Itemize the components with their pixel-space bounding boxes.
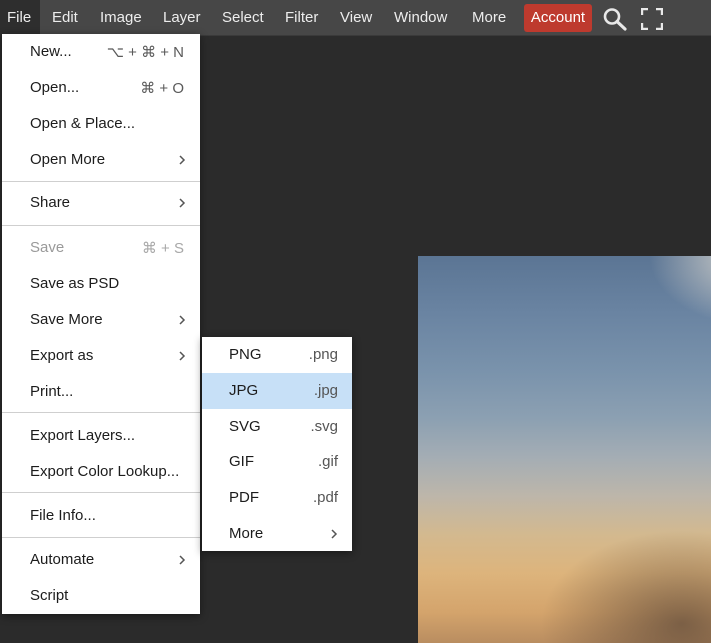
menu-item-label: Export Layers... bbox=[30, 427, 136, 444]
shortcut-label: ⌘ + S bbox=[141, 240, 184, 257]
menu-item-share[interactable]: Share bbox=[2, 185, 200, 221]
menu-more[interactable]: More bbox=[472, 0, 506, 36]
chevron-right-icon bbox=[179, 555, 186, 565]
menu-item-export-layers[interactable]: Export Layers... bbox=[2, 418, 200, 454]
menu-item-label: Export as bbox=[30, 347, 94, 364]
menu-item-label: Open... bbox=[30, 79, 80, 96]
file-menu-dropdown: New... ⌥ + ⌘ + N Open... ⌘ + O Open & Pl… bbox=[2, 34, 200, 614]
menu-edit[interactable]: Edit bbox=[52, 0, 78, 36]
menu-item-label: Script bbox=[30, 587, 69, 604]
menu-divider bbox=[2, 537, 200, 538]
menu-divider bbox=[2, 492, 200, 493]
menu-view[interactable]: View bbox=[340, 0, 372, 36]
menu-item-label: Save as PSD bbox=[30, 275, 120, 292]
search-icon[interactable] bbox=[602, 7, 628, 31]
export-format-label: More bbox=[229, 525, 264, 542]
menu-item-file-info[interactable]: File Info... bbox=[2, 498, 200, 534]
menu-item-open-place[interactable]: Open & Place... bbox=[2, 106, 200, 142]
export-gif-item[interactable]: GIF .gif bbox=[202, 444, 352, 480]
menu-file[interactable]: File bbox=[0, 0, 40, 36]
menu-filter[interactable]: Filter bbox=[285, 0, 318, 36]
menu-item-automate[interactable]: Automate bbox=[2, 542, 200, 578]
menu-select[interactable]: Select bbox=[222, 0, 264, 36]
account-button[interactable]: Account bbox=[524, 4, 592, 32]
export-format-label: PDF bbox=[229, 489, 259, 506]
menu-item-export-as[interactable]: Export as bbox=[2, 338, 200, 374]
menu-item-print[interactable]: Print... bbox=[2, 374, 200, 410]
chevron-right-icon bbox=[179, 351, 186, 361]
menu-window[interactable]: Window bbox=[394, 0, 447, 36]
menu-item-label: Share bbox=[30, 194, 71, 211]
menu-item-script[interactable]: Script bbox=[2, 578, 200, 614]
shortcut-label: ⌥ + ⌘ + N bbox=[106, 44, 184, 61]
export-format-label: GIF bbox=[229, 453, 254, 470]
export-svg-item[interactable]: SVG .svg bbox=[202, 409, 352, 445]
export-png-item[interactable]: PNG .png bbox=[202, 337, 352, 373]
menu-item-label: Save More bbox=[30, 311, 103, 328]
export-submenu: PNG .png JPG .jpg SVG .svg GIF .gif PDF … bbox=[202, 337, 352, 551]
shortcut-label: ⌘ + O bbox=[140, 80, 184, 97]
menu-item-label: New... bbox=[30, 43, 72, 60]
export-format-label: SVG bbox=[229, 418, 261, 435]
export-format-label: PNG bbox=[229, 346, 262, 363]
menu-item-label: Export Color Lookup... bbox=[30, 463, 180, 480]
menu-item-label: Open More bbox=[30, 151, 106, 168]
menu-item-open-more[interactable]: Open More bbox=[2, 142, 200, 178]
chevron-right-icon bbox=[179, 155, 186, 165]
menu-image[interactable]: Image bbox=[100, 0, 142, 36]
menu-item-label: Automate bbox=[30, 551, 95, 568]
menu-item-save-as-psd[interactable]: Save as PSD bbox=[2, 266, 200, 302]
export-extension: .gif bbox=[317, 453, 338, 470]
export-format-label: JPG bbox=[229, 382, 259, 399]
export-pdf-item[interactable]: PDF .pdf bbox=[202, 480, 352, 516]
chevron-right-icon bbox=[179, 315, 186, 325]
menu-divider bbox=[2, 181, 200, 182]
menu-item-save-more[interactable]: Save More bbox=[2, 302, 200, 338]
menu-item-open[interactable]: Open... ⌘ + O bbox=[2, 70, 200, 106]
fullscreen-icon[interactable] bbox=[641, 8, 663, 30]
menu-item-label: Save bbox=[30, 239, 65, 256]
export-extension: .png bbox=[308, 346, 338, 363]
menu-item-label: Print... bbox=[30, 383, 74, 400]
canvas-image[interactable] bbox=[418, 256, 711, 643]
menu-layer[interactable]: Layer bbox=[163, 0, 201, 36]
export-jpg-item[interactable]: JPG .jpg bbox=[202, 373, 352, 409]
menu-item-label: Open & Place... bbox=[30, 115, 136, 132]
menu-item-export-color-lookup[interactable]: Export Color Lookup... bbox=[2, 454, 200, 490]
menu-divider bbox=[2, 412, 200, 413]
export-more-item[interactable]: More bbox=[202, 516, 352, 552]
menubar: File Edit Image Layer Select Filter View… bbox=[0, 0, 711, 36]
chevron-right-icon bbox=[179, 198, 186, 208]
menu-item-new[interactable]: New... ⌥ + ⌘ + N bbox=[2, 34, 200, 70]
menu-item-label: File Info... bbox=[30, 507, 96, 524]
menu-divider bbox=[2, 225, 200, 226]
export-extension: .pdf bbox=[312, 489, 338, 506]
export-extension: .jpg bbox=[313, 382, 338, 399]
menu-item-save: Save ⌘ + S bbox=[2, 230, 200, 266]
export-extension: .svg bbox=[310, 418, 338, 435]
chevron-right-icon bbox=[331, 529, 338, 539]
